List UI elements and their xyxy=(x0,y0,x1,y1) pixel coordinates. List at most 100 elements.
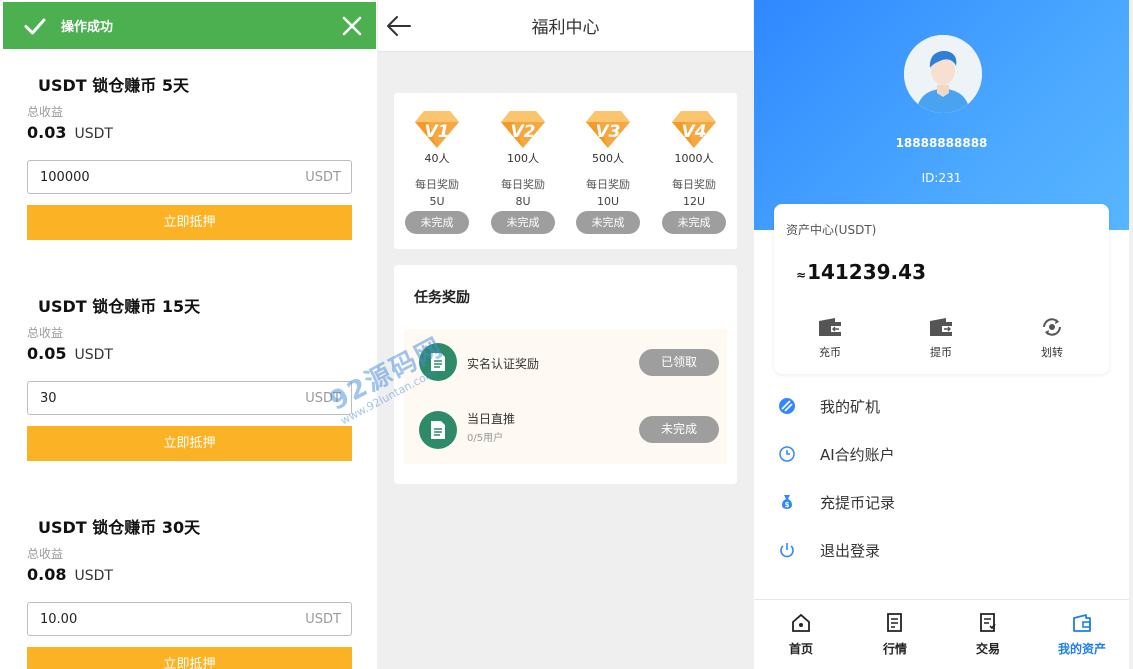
tab-market[interactable]: 行情 xyxy=(860,612,930,657)
tab-home[interactable]: 首页 xyxy=(766,612,836,657)
bottom-tab-bar: 首页 行情 交易 我的资产 xyxy=(754,599,1129,669)
daily-reward-label: 每日奖励 xyxy=(672,178,716,191)
level-item-v3: V3 500人 每日奖励 10U 未完成 xyxy=(572,93,644,234)
earn-value: 0.03 xyxy=(27,123,67,142)
daily-reward: 5U xyxy=(429,195,445,208)
daily-reward-label: 每日奖励 xyxy=(586,178,630,191)
menu-deposit-records[interactable]: $ 充提币记录 xyxy=(778,490,1098,514)
menu-ai-contract[interactable]: AI合约账户 xyxy=(778,442,1098,466)
miner-icon xyxy=(778,397,796,415)
daily-reward: 8U xyxy=(515,195,531,208)
amount-input[interactable] xyxy=(40,390,306,406)
daily-reward: 12U xyxy=(682,195,706,208)
level-badge: V1 xyxy=(425,122,450,142)
tab-label: 交易 xyxy=(975,642,1000,656)
total-earn-label: 总收益 xyxy=(27,326,64,340)
amount-field: USDT xyxy=(27,381,352,415)
back-arrow-icon[interactable] xyxy=(386,14,412,38)
stake-product-15d: USDT 锁仓赚币 15天 总收益 0.05 USDT USDT 立即抵押 xyxy=(27,296,352,461)
task-item-verify: 实名认证奖励 已领取 xyxy=(419,343,719,383)
level-count: 40人 xyxy=(424,152,450,165)
balance-value: 141239.43 xyxy=(807,260,926,284)
close-icon[interactable] xyxy=(340,14,364,38)
task-card: 任务奖励 实名认证奖励 已领取 当日直推 0/5用户 未完成 xyxy=(394,265,737,484)
daily-reward-label: 每日奖励 xyxy=(501,178,545,191)
diamond-icon: V2 xyxy=(501,111,545,148)
svg-text:$: $ xyxy=(785,501,790,509)
task-progress: 0/5用户 xyxy=(467,433,504,444)
diamond-icon: V3 xyxy=(586,111,630,148)
level-status-button[interactable]: 未完成 xyxy=(662,211,726,234)
level-count: 1000人 xyxy=(674,152,714,165)
balance-prefix: ≈ xyxy=(796,268,807,282)
earn-value: 0.08 xyxy=(27,565,67,584)
task-status-button[interactable]: 已领取 xyxy=(639,349,719,376)
document-icon xyxy=(419,411,457,449)
deposit-button[interactable]: 充币 xyxy=(800,316,860,360)
amount-input[interactable] xyxy=(40,611,306,627)
level-status-button[interactable]: 未完成 xyxy=(405,211,469,234)
stake-button[interactable]: 立即抵押 xyxy=(27,647,352,669)
task-name: 当日直推 xyxy=(467,412,516,426)
user-phone: 18888888888 xyxy=(895,136,988,150)
account-panel: 18888888888 ID:231 资产中心(USDT) ≈141239.43… xyxy=(754,0,1129,669)
tab-my-assets[interactable]: 我的资产 xyxy=(1047,612,1117,657)
menu-label: 充提币记录 xyxy=(820,493,896,512)
welfare-panel: 福利中心 V1 40人 每日奖励 5U 未完成 V2 100人 每日奖励 8U … xyxy=(378,0,753,669)
total-earn: 0.08 USDT xyxy=(27,564,352,586)
total-earn-label: 总收益 xyxy=(27,547,64,561)
withdraw-button[interactable]: 提币 xyxy=(911,316,971,360)
level-item-v2: V2 100人 每日奖励 8U 未完成 xyxy=(487,93,559,234)
amount-unit: USDT xyxy=(305,611,341,627)
user-id: ID:231 xyxy=(921,171,962,185)
total-earn: 0.03 USDT xyxy=(27,122,352,144)
daily-reward-label: 每日奖励 xyxy=(415,178,459,191)
level-status-button[interactable]: 未完成 xyxy=(576,211,640,234)
level-status-button[interactable]: 未完成 xyxy=(491,211,555,234)
stake-product-5d: USDT 锁仓赚币 5天 总收益 0.03 USDT USDT 立即抵押 xyxy=(27,75,352,240)
menu-label: 退出登录 xyxy=(820,541,881,560)
menu-logout[interactable]: 退出登录 xyxy=(778,538,1098,562)
tab-label: 行情 xyxy=(882,642,907,656)
clock-icon xyxy=(778,445,796,463)
asset-balance: ≈141239.43 xyxy=(796,260,926,284)
stake-button[interactable]: 立即抵押 xyxy=(27,205,352,240)
stake-title: USDT 锁仓赚币 5天 xyxy=(38,76,189,95)
withdraw-label: 提币 xyxy=(930,346,952,359)
menu-my-miner[interactable]: 我的矿机 xyxy=(778,394,1098,418)
tab-trade[interactable]: 交易 xyxy=(953,612,1023,657)
transfer-icon xyxy=(1043,318,1061,336)
welfare-header: 福利中心 xyxy=(378,0,753,52)
staking-panel: 操作成功 USDT 锁仓赚币 5天 总收益 0.03 USDT USDT 立即抵押… xyxy=(0,0,377,669)
task-status-button[interactable]: 未完成 xyxy=(639,416,719,443)
money-bag-icon: $ xyxy=(778,493,796,511)
transfer-button[interactable]: 划转 xyxy=(1022,316,1082,360)
stake-title: USDT 锁仓赚币 30天 xyxy=(38,518,201,537)
avatar[interactable] xyxy=(904,35,982,113)
earn-unit: USDT xyxy=(74,347,113,363)
earn-unit: USDT xyxy=(74,568,113,584)
amount-input[interactable] xyxy=(40,169,306,185)
level-card: V1 40人 每日奖励 5U 未完成 V2 100人 每日奖励 8U 未完成 V… xyxy=(394,93,737,249)
deposit-label: 充币 xyxy=(819,346,841,359)
market-icon xyxy=(887,613,902,632)
stake-title: USDT 锁仓赚币 15天 xyxy=(38,297,201,316)
level-item-v4: V4 1000人 每日奖励 12U 未完成 xyxy=(658,93,730,234)
menu-label: 我的矿机 xyxy=(820,397,881,416)
diamond-icon: V1 xyxy=(415,111,459,148)
task-title: 任务奖励 xyxy=(414,290,470,306)
level-badge: V4 xyxy=(682,122,707,142)
power-icon xyxy=(778,541,796,559)
stake-button[interactable]: 立即抵押 xyxy=(27,426,352,461)
wallet-in-icon xyxy=(819,318,841,336)
check-icon xyxy=(23,13,49,39)
total-earn: 0.05 USDT xyxy=(27,343,352,365)
wallet-out-icon xyxy=(930,318,952,336)
level-count: 500人 xyxy=(592,152,624,165)
tab-label: 我的资产 xyxy=(1057,642,1106,656)
earn-unit: USDT xyxy=(74,126,113,142)
amount-unit: USDT xyxy=(305,390,341,406)
task-list: 实名认证奖励 已领取 当日直推 0/5用户 未完成 xyxy=(404,329,727,464)
document-icon xyxy=(419,343,457,381)
daily-reward: 10U xyxy=(596,195,620,208)
